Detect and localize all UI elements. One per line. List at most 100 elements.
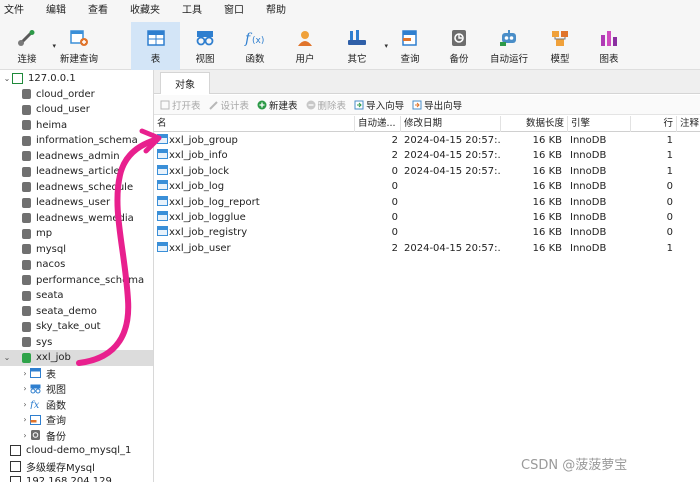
cell-name: xxl_job_log_report [154, 195, 354, 210]
main-toolbar: 连接 ▾ 新建查询 表 视图 f (x) 函数 用户 其它 ▾ 查询 备份 自动… [0, 22, 700, 70]
database-icon [22, 244, 31, 255]
database-icon [22, 89, 31, 100]
column-header-auto-increment[interactable]: 自动递... [354, 116, 400, 132]
database-node[interactable]: leadnews_user [0, 195, 153, 211]
database-node[interactable]: leadnews_schedule [0, 180, 153, 196]
view-icon [30, 384, 41, 394]
chevron-right-icon[interactable]: › [20, 384, 30, 393]
database-node[interactable]: information_schema [0, 133, 153, 149]
backup-icon [30, 430, 41, 441]
database-node[interactable]: seata_demo [0, 304, 153, 320]
db-child-node[interactable]: › 视图 [0, 381, 153, 397]
database-node[interactable]: leadnews_article [0, 164, 153, 180]
chevron-down-icon[interactable]: ⌄ [2, 353, 12, 362]
database-icon [22, 182, 31, 193]
import-wizard-button[interactable]: 导入向导 [354, 98, 404, 112]
toolbar-user-button[interactable]: 用户 [282, 22, 328, 70]
toolbar-new-query-button[interactable]: 新建查询 [56, 22, 102, 70]
chevron-right-icon[interactable]: › [20, 415, 30, 424]
toolbar-table-button[interactable]: 表 [131, 22, 180, 70]
menu-favorites[interactable]: 收藏夹 [119, 0, 171, 22]
table-row[interactable]: xxl_job_user 2 2024-04-15 20:57:... 16 KB In… [154, 241, 700, 256]
design-table-button[interactable]: 设计表 [208, 98, 249, 112]
menu-window[interactable]: 窗口 [213, 0, 255, 22]
toolbar-view-button[interactable]: 视图 [182, 22, 228, 70]
new-table-button[interactable]: 新建表 [257, 98, 298, 112]
cell-comment [676, 195, 700, 210]
cell-name: xxl_job_user [154, 241, 354, 256]
column-header-data-length[interactable]: 数据长度 [500, 116, 567, 132]
connection-node[interactable]: ⌄ 127.0.0.1 [0, 71, 153, 87]
database-node[interactable]: sys [0, 335, 153, 351]
cell-auto-increment: 0 [391, 196, 398, 208]
open-table-button[interactable]: 打开表 [160, 98, 201, 112]
db-child-node[interactable]: › 表 [0, 366, 153, 382]
table-row[interactable]: xxl_job_info 2 2024-04-15 20:57:... 16 KB In… [154, 148, 700, 163]
database-node[interactable]: cloud_order [0, 87, 153, 103]
toolbar-automation-button[interactable]: 自动运行 [486, 22, 532, 70]
database-icon [22, 259, 31, 270]
menu-view[interactable]: 查看 [77, 0, 119, 22]
database-node[interactable]: performance_schema [0, 273, 153, 289]
cell-rows: 0 [666, 212, 673, 223]
export-wizard-button[interactable]: 导出向导 [412, 98, 462, 112]
chevron-right-icon[interactable]: › [20, 400, 30, 409]
table-row[interactable]: xxl_job_registry 0 16 KB InnoDB 0 [154, 225, 700, 240]
cell-name: xxl_job_log [154, 179, 354, 194]
toolbar-query-button[interactable]: 查询 [387, 22, 433, 70]
cell-name: xxl_job_registry [154, 225, 354, 240]
cell-auto-increment: 2 [391, 242, 398, 254]
chevron-down-icon[interactable]: ⌄ [2, 74, 12, 83]
database-node[interactable]: sky_take_out [0, 319, 153, 335]
db-child-node[interactable]: › fx 函数 [0, 397, 153, 413]
table-icon [157, 195, 168, 206]
database-node[interactable]: mp [0, 226, 153, 242]
connection-node[interactable]: cloud-demo_mysql_1 [0, 443, 153, 459]
db-child-node[interactable]: › 查询 [0, 412, 153, 428]
database-node[interactable]: cloud_user [0, 102, 153, 118]
chevron-right-icon[interactable]: › [20, 431, 30, 440]
server-connection-icon [10, 445, 21, 457]
database-node[interactable]: seata [0, 288, 153, 304]
tab-objects[interactable]: 对象 [160, 72, 210, 94]
table-row[interactable]: xxl_job_lock 0 2024-04-15 20:57:... 16 KB In… [154, 164, 700, 179]
cell-rows: 1 [666, 135, 673, 146]
menu-tools[interactable]: 工具 [171, 0, 213, 22]
table-row[interactable]: xxl_job_log_report 0 16 KB InnoDB 0 [154, 195, 700, 210]
table-row[interactable]: xxl_job_group 2 2024-04-15 20:57:... 16 KB I… [154, 133, 700, 148]
toolbar-connection-button[interactable]: 连接 ▾ [6, 22, 56, 70]
toolbar-chart-button[interactable]: 图表 [586, 22, 632, 70]
database-icon [22, 197, 31, 208]
database-node[interactable]: ⌄ xxl_job [0, 350, 153, 366]
column-header-name[interactable]: 名 [154, 116, 354, 132]
toolbar-model-button[interactable]: 模型 [537, 22, 583, 70]
toolbar-other-button[interactable]: 其它 ▾ [334, 22, 388, 70]
database-node[interactable]: mysql [0, 242, 153, 258]
database-node[interactable]: leadnews_admin [0, 149, 153, 165]
database-node[interactable]: heima [0, 118, 153, 134]
toolbar-function-button[interactable]: f (x) 函数 [232, 22, 278, 70]
cell-modified-date: 2024-04-15 20:57:... [404, 165, 500, 177]
column-header-engine[interactable]: 引擎 [567, 116, 630, 132]
minus-circle-icon [306, 100, 316, 110]
database-icon [22, 104, 31, 115]
table-row[interactable]: xxl_job_logglue 0 16 KB InnoDB 0 [154, 210, 700, 225]
menu-edit[interactable]: 编辑 [35, 0, 77, 22]
connection-node[interactable]: 多级缓存Mysql [0, 459, 153, 475]
chevron-right-icon[interactable]: › [20, 369, 30, 378]
menu-help[interactable]: 帮助 [255, 0, 297, 22]
table-icon [157, 149, 168, 160]
menu-file[interactable]: 文件 [0, 0, 35, 22]
database-node[interactable]: leadnews_wemedia [0, 211, 153, 227]
column-header-modified-date[interactable]: 修改日期 [400, 116, 500, 132]
delete-table-button[interactable]: 删除表 [306, 98, 346, 112]
connection-node[interactable]: 192.168.204.129 [0, 474, 153, 482]
database-node[interactable]: nacos [0, 257, 153, 273]
table-row[interactable]: xxl_job_log 0 16 KB InnoDB 0 [154, 179, 700, 194]
column-header-comment[interactable]: 注释 [676, 116, 700, 132]
toolbar-backup-button[interactable]: 备份 [436, 22, 482, 70]
column-header-rows[interactable]: 行 [630, 116, 676, 132]
db-child-node[interactable]: › 备份 [0, 428, 153, 444]
cell-engine: InnoDB [570, 212, 607, 223]
cell-engine: InnoDB [570, 165, 607, 177]
